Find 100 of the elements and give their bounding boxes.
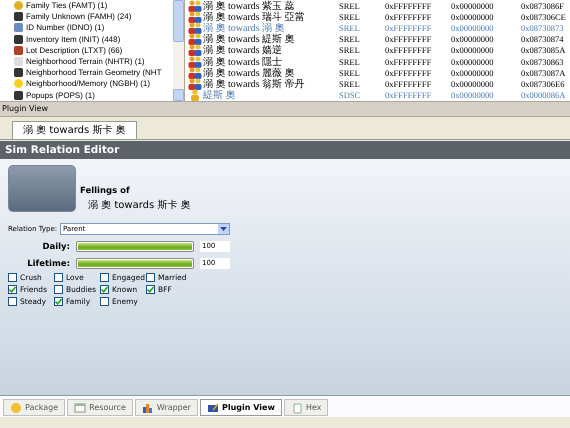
instance-cell-text: 0x00000000	[451, 90, 494, 100]
tree-item[interactable]: Neighborhood Terrain Geometry (NHT	[26, 68, 162, 78]
tree-item[interactable]: Family Unknown (FAMH) (24)	[26, 12, 132, 22]
name-cell-text: 溺 奧 towards 隱士	[203, 56, 284, 68]
tree-item[interactable]: Lot Description (LTXT) (66)	[26, 46, 122, 55]
people-icon	[188, 22, 202, 34]
list-row[interactable]: 溺 奧 towards 溺 奧 SREL 0xFFFFFFFF 0x00000000 0x08730873	[185, 22, 570, 34]
tree-item[interactable]: Family Ties (FAMT) (1)	[26, 1, 108, 10]
people-icon	[188, 33, 202, 46]
instance-cell: 0x08730863	[521, 56, 564, 67]
name-cell-text: 溺 奧 towards 溺 奧	[203, 22, 286, 34]
name-cell-text: 溺 奧 towards 麗薇 奧	[203, 66, 295, 79]
instance-cell: 0x08730873	[521, 22, 564, 33]
instance-cell-text: 0x00000000	[451, 22, 494, 33]
checkbox[interactable]	[146, 273, 155, 282]
checkbox[interactable]	[54, 273, 63, 282]
list-row[interactable]: 溺 奧 towards 隱士 SREL 0xFFFFFFFF 0x00000000 0x08730863	[185, 56, 570, 68]
instance-cell: 0x0873087A	[521, 68, 566, 78]
list-row[interactable]: 緹斯 奧 SDSC 0xFFFFFFFF 0x00000000 0x0000086A	[185, 90, 570, 101]
list-row[interactable]: 溺 奧 towards 紫玉 蕊 SREL 0xFFFFFFFF 0x00000000 0x0873086F	[185, 0, 570, 12]
group-cell-text: 0xFFFFFFFF	[385, 78, 432, 89]
tree-item[interactable]: ID Number (IDNO) (1)	[26, 23, 104, 32]
plugin-icon	[206, 402, 219, 414]
person-icon	[188, 89, 202, 101]
type-cell-text: SREL	[339, 0, 361, 11]
group-cell-text: 0xFFFFFFFF	[385, 12, 432, 22]
package-icon	[10, 402, 22, 414]
checkbox[interactable]	[100, 297, 109, 306]
people-icon	[188, 66, 202, 79]
list-row[interactable]: 溺 奧 towards 緹斯 奧 SREL 0xFFFFFFFF 0x00000000 0x08730874	[185, 34, 570, 45]
name-cell-text: 溺 奧 towards 翁斯 帝丹	[203, 77, 306, 90]
document-tab[interactable]: 溺 奧 towards 斯卡 奧	[12, 121, 137, 139]
type-cell-text: SREL	[339, 34, 361, 44]
checkbox[interactable]	[146, 285, 155, 294]
tree-item[interactable]: Inventory Item (INIT) (448)	[26, 34, 120, 44]
list-row[interactable]: 溺 奧 towards 瑞斗 亞當 SREL 0xFFFFFFFF 0x00000000 0x087306CE	[185, 11, 570, 22]
instance-cell-text: 0x00000000	[451, 12, 494, 22]
type-cell-text: SREL	[339, 12, 361, 22]
people-icon	[188, 0, 202, 12]
subject-name: 溺 奧 towards 斯卡 奧	[87, 198, 191, 212]
checkbox[interactable]	[8, 297, 17, 306]
instance-cell-text: 0x00000000	[451, 78, 494, 89]
instance-cell-text: 0x00000000	[451, 34, 494, 44]
group-cell-text: 0xFFFFFFFF	[385, 22, 432, 33]
type-cell-text: SREL	[339, 78, 361, 89]
type-cell-text: SREL	[339, 68, 361, 78]
instance-cell-text: 0x00000000	[451, 56, 494, 67]
instance-cell-text: 0x00000000	[451, 45, 494, 56]
list-row[interactable]: 溺 奧 towards 嫱逆 SREL 0xFFFFFFFF 0x00000000 0x0873085A	[185, 44, 570, 56]
checkbox[interactable]	[54, 285, 63, 294]
name-cell-text: 溺 奧 towards 緹斯 奧	[203, 32, 296, 46]
meter-label: Daily:	[41, 242, 70, 252]
name-cell-text: 溺 奧 towards 紫玉 蕊	[203, 0, 295, 12]
instance-cell: 0x0873086F	[521, 0, 564, 11]
list-row[interactable]: 溺 奧 towards 麗薇 奧 SREL 0xFFFFFFFF 0x00000000 0x0873087A	[185, 67, 570, 78]
photo-placeholder	[8, 165, 76, 212]
group-cell-text: 0xFFFFFFFF	[385, 45, 432, 56]
instance-cell: 0x087306E6	[521, 78, 564, 89]
heading: Fellings of	[80, 186, 131, 196]
hex-icon	[290, 402, 303, 414]
resource-icon	[74, 402, 86, 414]
tree-item[interactable]: Neighborhood/Memory (NGBH) (1)	[26, 79, 150, 88]
instance-cell: 0x0873085A	[521, 45, 566, 56]
instance-cell: 0x0000086A	[521, 90, 566, 100]
checkbox[interactable]	[8, 285, 17, 294]
instance-cell: 0x087306CE	[521, 12, 566, 22]
instance-cell: 0x08730874	[521, 34, 564, 44]
view-tab[interactable]: Package	[3, 399, 66, 416]
wrapper-icon	[142, 402, 154, 414]
name-cell-text: 溺 奧 towards 嫱逆	[203, 44, 284, 56]
view-tab[interactable]: Resource	[67, 399, 133, 416]
view-tab[interactable]: Wrapper	[134, 399, 198, 416]
list-row[interactable]: 溺 奧 towards 翁斯 帝丹 SREL 0xFFFFFFFF 0x00000000 0x087306E6	[185, 78, 570, 90]
group-cell-text: 0xFFFFFFFF	[385, 56, 432, 67]
meter-label: Lifetime:	[26, 258, 70, 268]
group-cell-text: 0xFFFFFFFF	[385, 68, 432, 78]
group-cell-text: 0xFFFFFFFF	[385, 0, 432, 11]
instance-cell-text: 0x00000000	[451, 68, 494, 78]
type-cell-text: SREL	[339, 56, 361, 67]
name-cell-text: 緹斯 奧	[203, 88, 236, 101]
people-icon	[188, 78, 202, 90]
type-cell-text: SREL	[339, 22, 361, 33]
type-cell-text: SDSC	[339, 90, 362, 100]
group-cell-text: 0xFFFFFFFF	[385, 34, 432, 44]
panel-title: Plugin View	[0, 102, 570, 117]
view-tab[interactable]: Hex	[284, 399, 328, 416]
group-cell-text: 0xFFFFFFFF	[385, 90, 432, 100]
tree-item[interactable]: Popups (POPS) (1)	[26, 90, 95, 100]
people-icon	[188, 10, 202, 23]
checkbox[interactable]	[100, 285, 109, 294]
checkbox[interactable]	[100, 273, 109, 282]
type-cell-text: SREL	[339, 45, 361, 56]
tree-item[interactable]: Neighborhood Terrain (NHTR) (1)	[26, 57, 145, 66]
people-icon	[188, 44, 202, 56]
editor-title: Sim Relation Editor	[0, 141, 570, 159]
checkbox[interactable]	[8, 273, 17, 282]
checkbox[interactable]	[54, 297, 63, 306]
scrollbar[interactable]	[173, 0, 184, 101]
view-tab[interactable]: Plugin View	[200, 399, 282, 416]
instance-cell-text: 0x00000000	[451, 0, 494, 11]
